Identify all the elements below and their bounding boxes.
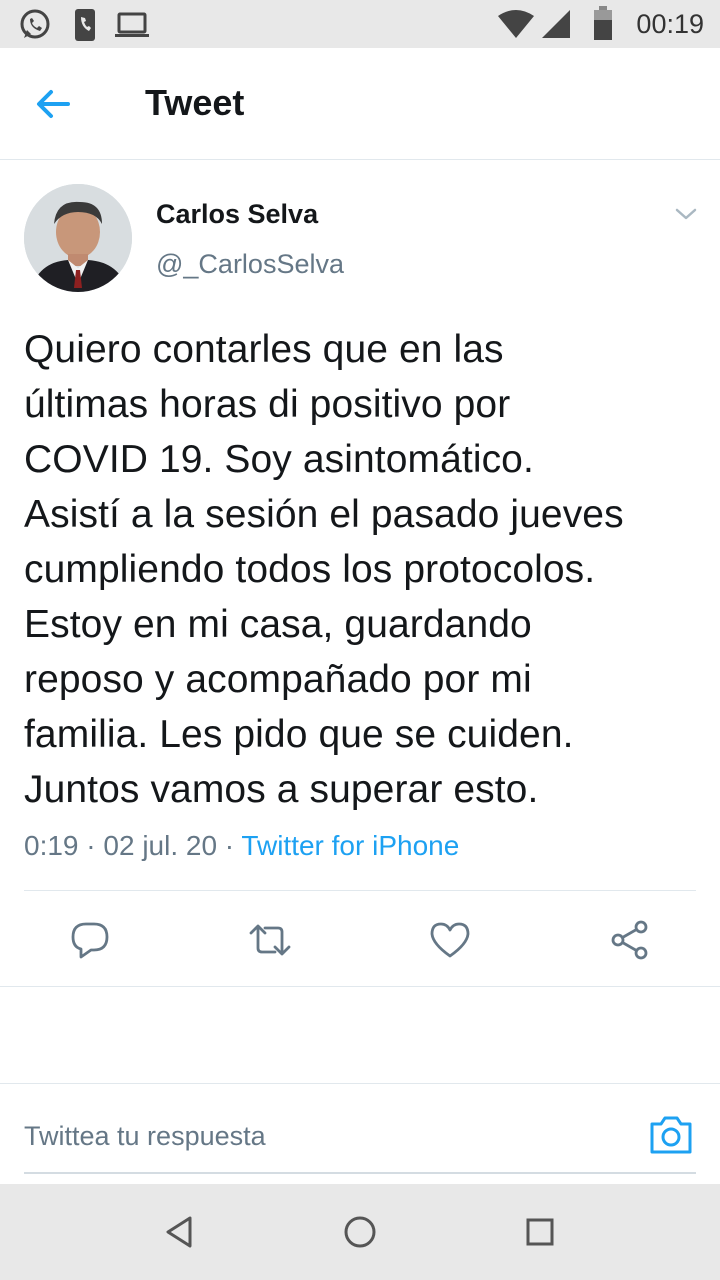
camera-icon[interactable]: [648, 1112, 694, 1158]
status-bar: 00:19: [0, 0, 720, 48]
meta-separator: ·: [78, 830, 104, 861]
wifi-icon: [498, 10, 534, 43]
divider: [0, 986, 720, 987]
top-app-bar: Tweet: [0, 48, 720, 160]
tweet-text: Quiero contarles que en las últimas hora…: [24, 328, 624, 811]
laptop-icon: [114, 8, 150, 47]
meta-separator: ·: [217, 830, 242, 861]
author-handle[interactable]: @_CarlosSelva: [156, 249, 344, 280]
phone-notification-icon: [74, 8, 96, 47]
share-icon[interactable]: [606, 916, 654, 964]
like-icon[interactable]: [426, 916, 474, 964]
signal-icon: [542, 10, 572, 43]
system-navigation-bar: [0, 1184, 720, 1280]
reply-input[interactable]: [24, 1112, 624, 1160]
back-triangle-icon[interactable]: [160, 1212, 200, 1252]
home-circle-icon[interactable]: [340, 1212, 380, 1252]
recents-square-icon[interactable]: [520, 1212, 560, 1252]
reply-underline: [24, 1172, 696, 1174]
tweet-source-link[interactable]: Twitter for iPhone: [241, 830, 459, 861]
tweet-actions: [0, 910, 720, 970]
avatar[interactable]: [24, 184, 132, 292]
status-time: 00:19: [636, 9, 704, 39]
tweet-date: 02 jul. 20: [103, 830, 218, 861]
whatsapp-icon: [18, 8, 52, 47]
divider: [0, 1083, 720, 1084]
tweet-meta: 0:19 · 02 jul. 20 · Twitter for iPhone: [24, 830, 459, 862]
tweet-time: 0:19: [24, 830, 79, 861]
divider: [24, 890, 696, 891]
retweet-icon[interactable]: [246, 916, 294, 964]
battery-icon: [594, 6, 612, 45]
author-name[interactable]: Carlos Selva: [156, 199, 318, 230]
chevron-down-icon[interactable]: [674, 204, 698, 224]
back-arrow-icon[interactable]: [32, 84, 80, 124]
page-title: Tweet: [145, 82, 245, 123]
reply-icon[interactable]: [66, 916, 114, 964]
